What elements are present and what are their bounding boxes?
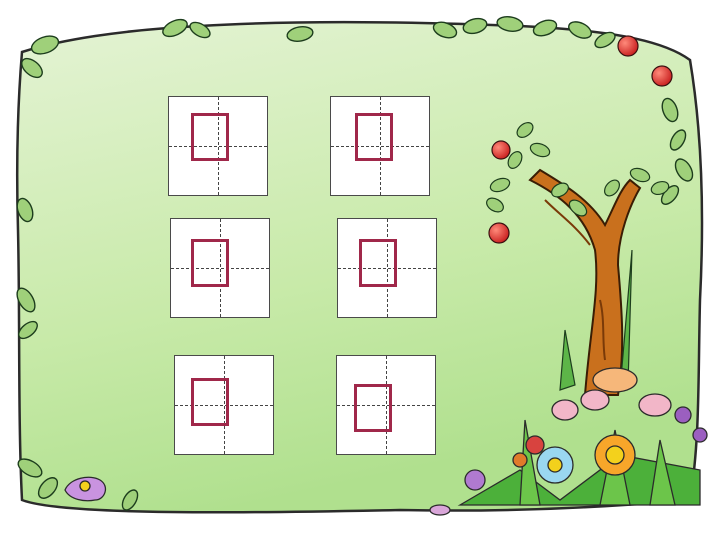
practice-box[interactable]	[168, 96, 268, 196]
red-square-marker	[359, 239, 397, 287]
red-square-marker	[191, 113, 229, 161]
practice-box[interactable]	[174, 355, 274, 455]
red-square-marker	[191, 239, 229, 287]
practice-box[interactable]	[337, 218, 437, 318]
red-square-marker	[354, 384, 392, 432]
practice-box[interactable]	[336, 355, 436, 455]
practice-box[interactable]	[330, 96, 430, 196]
red-square-marker	[355, 113, 393, 161]
practice-box[interactable]	[170, 218, 270, 318]
red-square-marker	[191, 378, 229, 426]
